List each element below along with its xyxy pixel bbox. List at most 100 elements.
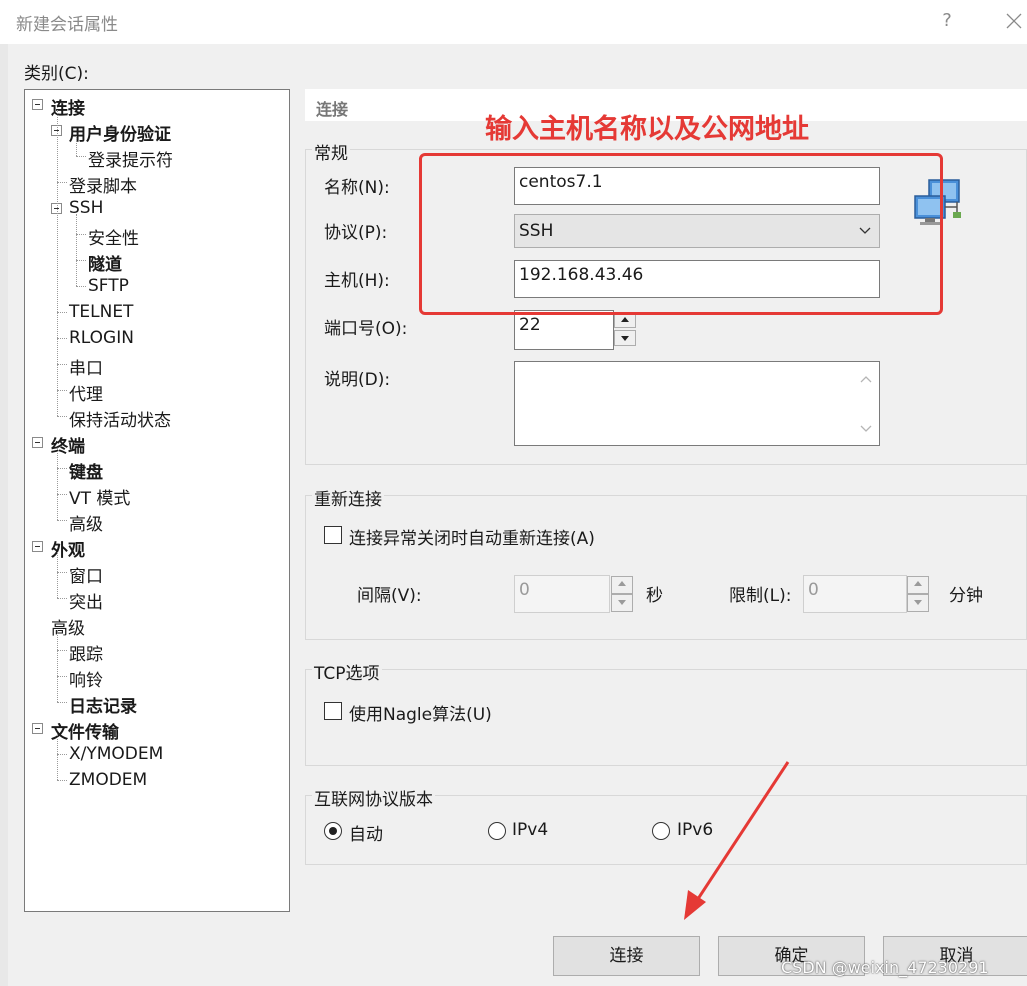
connect-button[interactable]: 连接 <box>553 936 700 976</box>
tree-item[interactable]: 用户身份验证 <box>69 120 171 145</box>
section-title: 连接 <box>316 100 349 119</box>
tree-connector <box>57 390 67 391</box>
tree-connector <box>57 650 67 651</box>
window-title: 新建会话属性 <box>16 15 118 35</box>
tree-connector <box>57 110 58 416</box>
tree-item[interactable]: 隧道 <box>88 250 122 275</box>
tree-item[interactable]: RLOGIN <box>69 328 134 348</box>
reconnect-group-label: 重新连接 <box>312 485 384 510</box>
close-button[interactable] <box>1003 9 1025 33</box>
tree-connector <box>76 234 86 235</box>
close-icon <box>1006 13 1022 29</box>
tree-item[interactable]: 保持活动状态 <box>69 406 171 431</box>
tree-connector <box>57 676 67 677</box>
tree-item[interactable]: 键盘 <box>69 458 103 483</box>
port-input[interactable]: 22 <box>514 310 614 350</box>
tree-connector <box>57 754 67 755</box>
interval-input[interactable]: 0 <box>514 575 610 613</box>
host-label: 主机(H): <box>324 271 390 291</box>
tree-item[interactable]: 突出 <box>69 588 103 613</box>
collapse-toggle-icon[interactable] <box>32 99 43 110</box>
description-scrollbar[interactable] <box>856 366 876 442</box>
arrow-down-icon <box>914 600 922 605</box>
tree-connector <box>76 214 77 286</box>
tree-item[interactable]: 响铃 <box>69 666 103 691</box>
title-bar <box>0 0 1027 44</box>
tree-connector <box>57 734 58 780</box>
description-textarea[interactable] <box>514 361 880 446</box>
ipv6-radio[interactable] <box>652 822 670 840</box>
arrow-down-icon <box>621 336 629 341</box>
tree-item[interactable]: 代理 <box>69 380 103 405</box>
ipv4-label: IPv4 <box>512 820 549 840</box>
description-label: 说明(D): <box>324 370 391 390</box>
annotation-arrow <box>680 758 792 924</box>
tree-item[interactable]: SFTP <box>88 276 129 296</box>
limit-label: 限制(L): <box>729 586 792 606</box>
tree-connector <box>57 468 67 469</box>
tree-item[interactable]: 登录脚本 <box>69 172 137 197</box>
name-label: 名称(N): <box>324 178 390 198</box>
tree-item[interactable]: 文件传输 <box>51 718 119 743</box>
tree-item[interactable]: 高级 <box>69 510 103 535</box>
tree-connector <box>57 448 58 520</box>
interval-spin-up[interactable] <box>611 576 633 594</box>
limit-spin-down[interactable] <box>907 594 929 612</box>
tree-item[interactable]: VT 模式 <box>69 484 130 509</box>
tree-connector <box>57 364 67 365</box>
arrow-up-icon <box>618 581 626 586</box>
nagle-checkbox[interactable] <box>324 702 342 720</box>
limit-unit: 分钟 <box>949 586 983 606</box>
tree-item[interactable]: 日志记录 <box>69 692 137 717</box>
collapse-toggle-icon[interactable] <box>32 723 43 734</box>
interval-spin-down[interactable] <box>611 594 633 612</box>
ipv4-radio[interactable] <box>488 822 506 840</box>
arrow-up-icon <box>914 581 922 586</box>
limit-input[interactable]: 0 <box>803 575 907 613</box>
tree-connector <box>76 260 86 261</box>
collapse-toggle-icon[interactable] <box>32 437 43 448</box>
background-window-edge <box>0 44 8 986</box>
auto-reconnect-label: 连接异常关闭时自动重新连接(A) <box>349 529 595 549</box>
tree-item[interactable]: 串口 <box>69 354 103 379</box>
port-spin-down[interactable] <box>614 330 636 346</box>
tree-connector <box>57 702 67 703</box>
port-label: 端口号(O): <box>324 319 408 339</box>
ip-auto-label: 自动 <box>349 825 383 845</box>
tree-item[interactable]: ZMODEM <box>69 770 147 790</box>
interval-unit: 秒 <box>646 586 663 606</box>
tree-item[interactable]: TELNET <box>69 302 133 322</box>
category-label: 类别(C): <box>24 64 89 84</box>
arrow-down-icon <box>618 600 626 605</box>
tree-item[interactable]: 跟踪 <box>69 640 103 665</box>
general-group-label: 常规 <box>312 139 350 164</box>
watermark: CSDN @weixin_47230291 <box>781 958 989 977</box>
interval-label: 间隔(V): <box>357 586 422 606</box>
tree-connector <box>57 416 67 417</box>
tree-item[interactable]: X/YMODEM <box>69 744 163 764</box>
tree-item[interactable]: 窗口 <box>69 562 103 587</box>
auto-reconnect-checkbox[interactable] <box>324 526 342 544</box>
tree-connector <box>76 156 86 157</box>
tree-connector <box>57 598 67 599</box>
annotation-text: 输入主机名称以及公网地址 <box>485 114 809 145</box>
ip-auto-radio[interactable] <box>324 822 342 840</box>
tree-connector <box>76 136 77 156</box>
tree-connector <box>57 182 67 183</box>
protocol-label: 协议(P): <box>324 223 388 243</box>
tree-connector <box>76 286 86 287</box>
tree-item[interactable]: SSH <box>69 198 103 218</box>
collapse-toggle-icon[interactable] <box>32 541 43 552</box>
help-button[interactable]: ? <box>938 10 956 31</box>
category-tree[interactable]: 连接 用户身份验证 登录提示符 登录脚本 SSH 安全性 隧道 SFTP TELNET RLOGI… <box>24 89 290 912</box>
tree-connector <box>57 520 67 521</box>
tree-connector <box>57 494 67 495</box>
tree-item[interactable]: 登录提示符 <box>88 146 173 171</box>
tree-connector <box>57 630 58 702</box>
tree-connector <box>57 552 58 598</box>
ip-version-group-label: 互联网协议版本 <box>312 785 435 810</box>
tree-item[interactable]: 安全性 <box>88 224 139 249</box>
annotation-highlight-box <box>419 153 943 315</box>
tree-connector <box>57 312 67 313</box>
limit-spin-up[interactable] <box>907 576 929 594</box>
